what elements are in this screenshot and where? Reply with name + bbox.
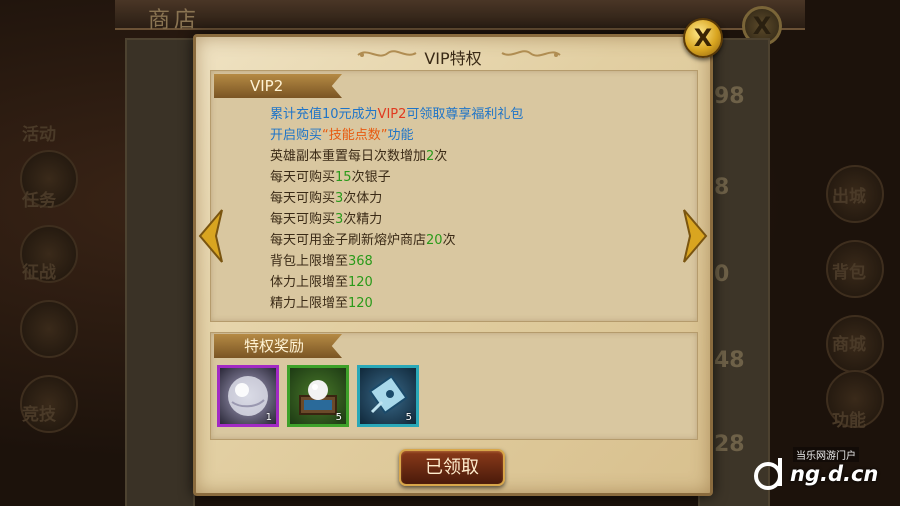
reward-item[interactable]: 1	[217, 365, 279, 427]
vip-level-ribbon: VIP2	[214, 74, 342, 98]
perk-line-text: 次银子	[351, 170, 391, 185]
background-price: 98	[714, 84, 745, 109]
perk-line-text: 每天可用金子刷新熔炉商店	[270, 233, 427, 248]
background-side-label: 出城	[832, 187, 866, 207]
background-side-label: 征战	[22, 263, 56, 283]
perk-line-text: 体力上限增至	[270, 275, 349, 290]
perk-line: 累计充值10元成为VIP2可领取尊享福利礼包	[270, 104, 523, 125]
perk-line-text: 背包上限增至	[270, 254, 349, 269]
background-price: 48	[714, 348, 745, 373]
perk-line: 每天可购买15次银子	[270, 167, 523, 188]
perk-line-text: 120	[348, 275, 373, 290]
perk-list: 累计充值10元成为VIP2可领取尊享福利礼包 开启购买“技能点数”功能 英雄副本重置…	[270, 104, 523, 314]
perk-line: 背包上限增至368	[270, 251, 523, 272]
background-side-label: 任务	[22, 191, 56, 211]
reward-item-count: 5	[335, 412, 342, 423]
watermark-site-label: 当乐网游门户	[793, 447, 859, 462]
perk-line: 精力上限增至120	[270, 293, 523, 314]
perk-line-text: 每天可购买	[270, 212, 336, 227]
reward-item[interactable]: 5	[357, 365, 419, 427]
perk-line: 体力上限增至120	[270, 272, 523, 293]
perk-line-text: 英雄副本重置每日次数增加	[270, 149, 427, 164]
perk-line: 英雄副本重置每日次数增加2次	[270, 146, 523, 167]
background-side-label: 背包	[832, 263, 866, 283]
dialog-title: VIP特权	[424, 49, 482, 68]
background-price: 28	[714, 432, 745, 457]
close-icon: X	[693, 24, 713, 52]
perk-line-text: 次	[434, 149, 448, 164]
perk-line: 每天可购买3次体力	[270, 188, 523, 209]
perk-line-text: 可领取尊享福利礼包	[406, 107, 524, 122]
background-side-button	[20, 300, 78, 358]
background-left-panel	[125, 38, 195, 506]
perk-line: 每天可用金子刷新熔炉商店20次	[270, 230, 523, 251]
perk-line-text: 次体力	[343, 191, 383, 206]
perk-line-text: 累计充值10元成为	[270, 107, 378, 122]
next-vip-arrow-icon[interactable]	[680, 208, 710, 264]
perk-line-text: 每天可购买	[270, 191, 336, 206]
perk-line-text: 20	[426, 233, 443, 248]
perk-line-text: 功能	[387, 128, 414, 143]
perk-line-text: 精力上限增至	[270, 296, 349, 311]
background-shop-title: 商店	[148, 8, 201, 33]
perk-line: 开启购买“技能点数”功能	[270, 125, 523, 146]
perk-line-text: 次	[442, 233, 456, 248]
perk-line-text: 开启购买	[270, 128, 323, 143]
site-logo-icon	[754, 458, 782, 490]
title-flourish-icon	[501, 50, 561, 57]
close-button[interactable]: X	[683, 18, 723, 58]
perk-line-text: 次精力	[343, 212, 383, 227]
previous-vip-arrow-icon[interactable]	[196, 208, 226, 264]
background-side-label: 活动	[22, 125, 56, 145]
perk-line-text: VIP2	[377, 107, 407, 122]
perk-line-text: 每天可购买	[270, 170, 336, 185]
watermark-domain: ng.d.cn	[790, 462, 879, 486]
perk-line: 每天可购买3次精力	[270, 209, 523, 230]
reward-item-count: 1	[265, 412, 272, 423]
reward-section-ribbon: 特权奖励	[214, 334, 342, 358]
reward-item-count: 5	[405, 412, 412, 423]
background-price: 8	[714, 175, 730, 200]
background-price: 0	[714, 262, 730, 287]
perk-line-text: 15	[335, 170, 352, 185]
background-side-label: 功能	[832, 411, 866, 431]
background-side-label: 竞技	[22, 405, 56, 425]
reward-item[interactable]: 5	[287, 365, 349, 427]
perk-line-text: 120	[348, 296, 373, 311]
background-side-label: 商城	[832, 335, 866, 355]
claimed-button[interactable]: 已领取	[399, 449, 505, 486]
perk-line-text: 368	[348, 254, 373, 269]
perk-line-text: “技能点数”	[322, 128, 388, 143]
